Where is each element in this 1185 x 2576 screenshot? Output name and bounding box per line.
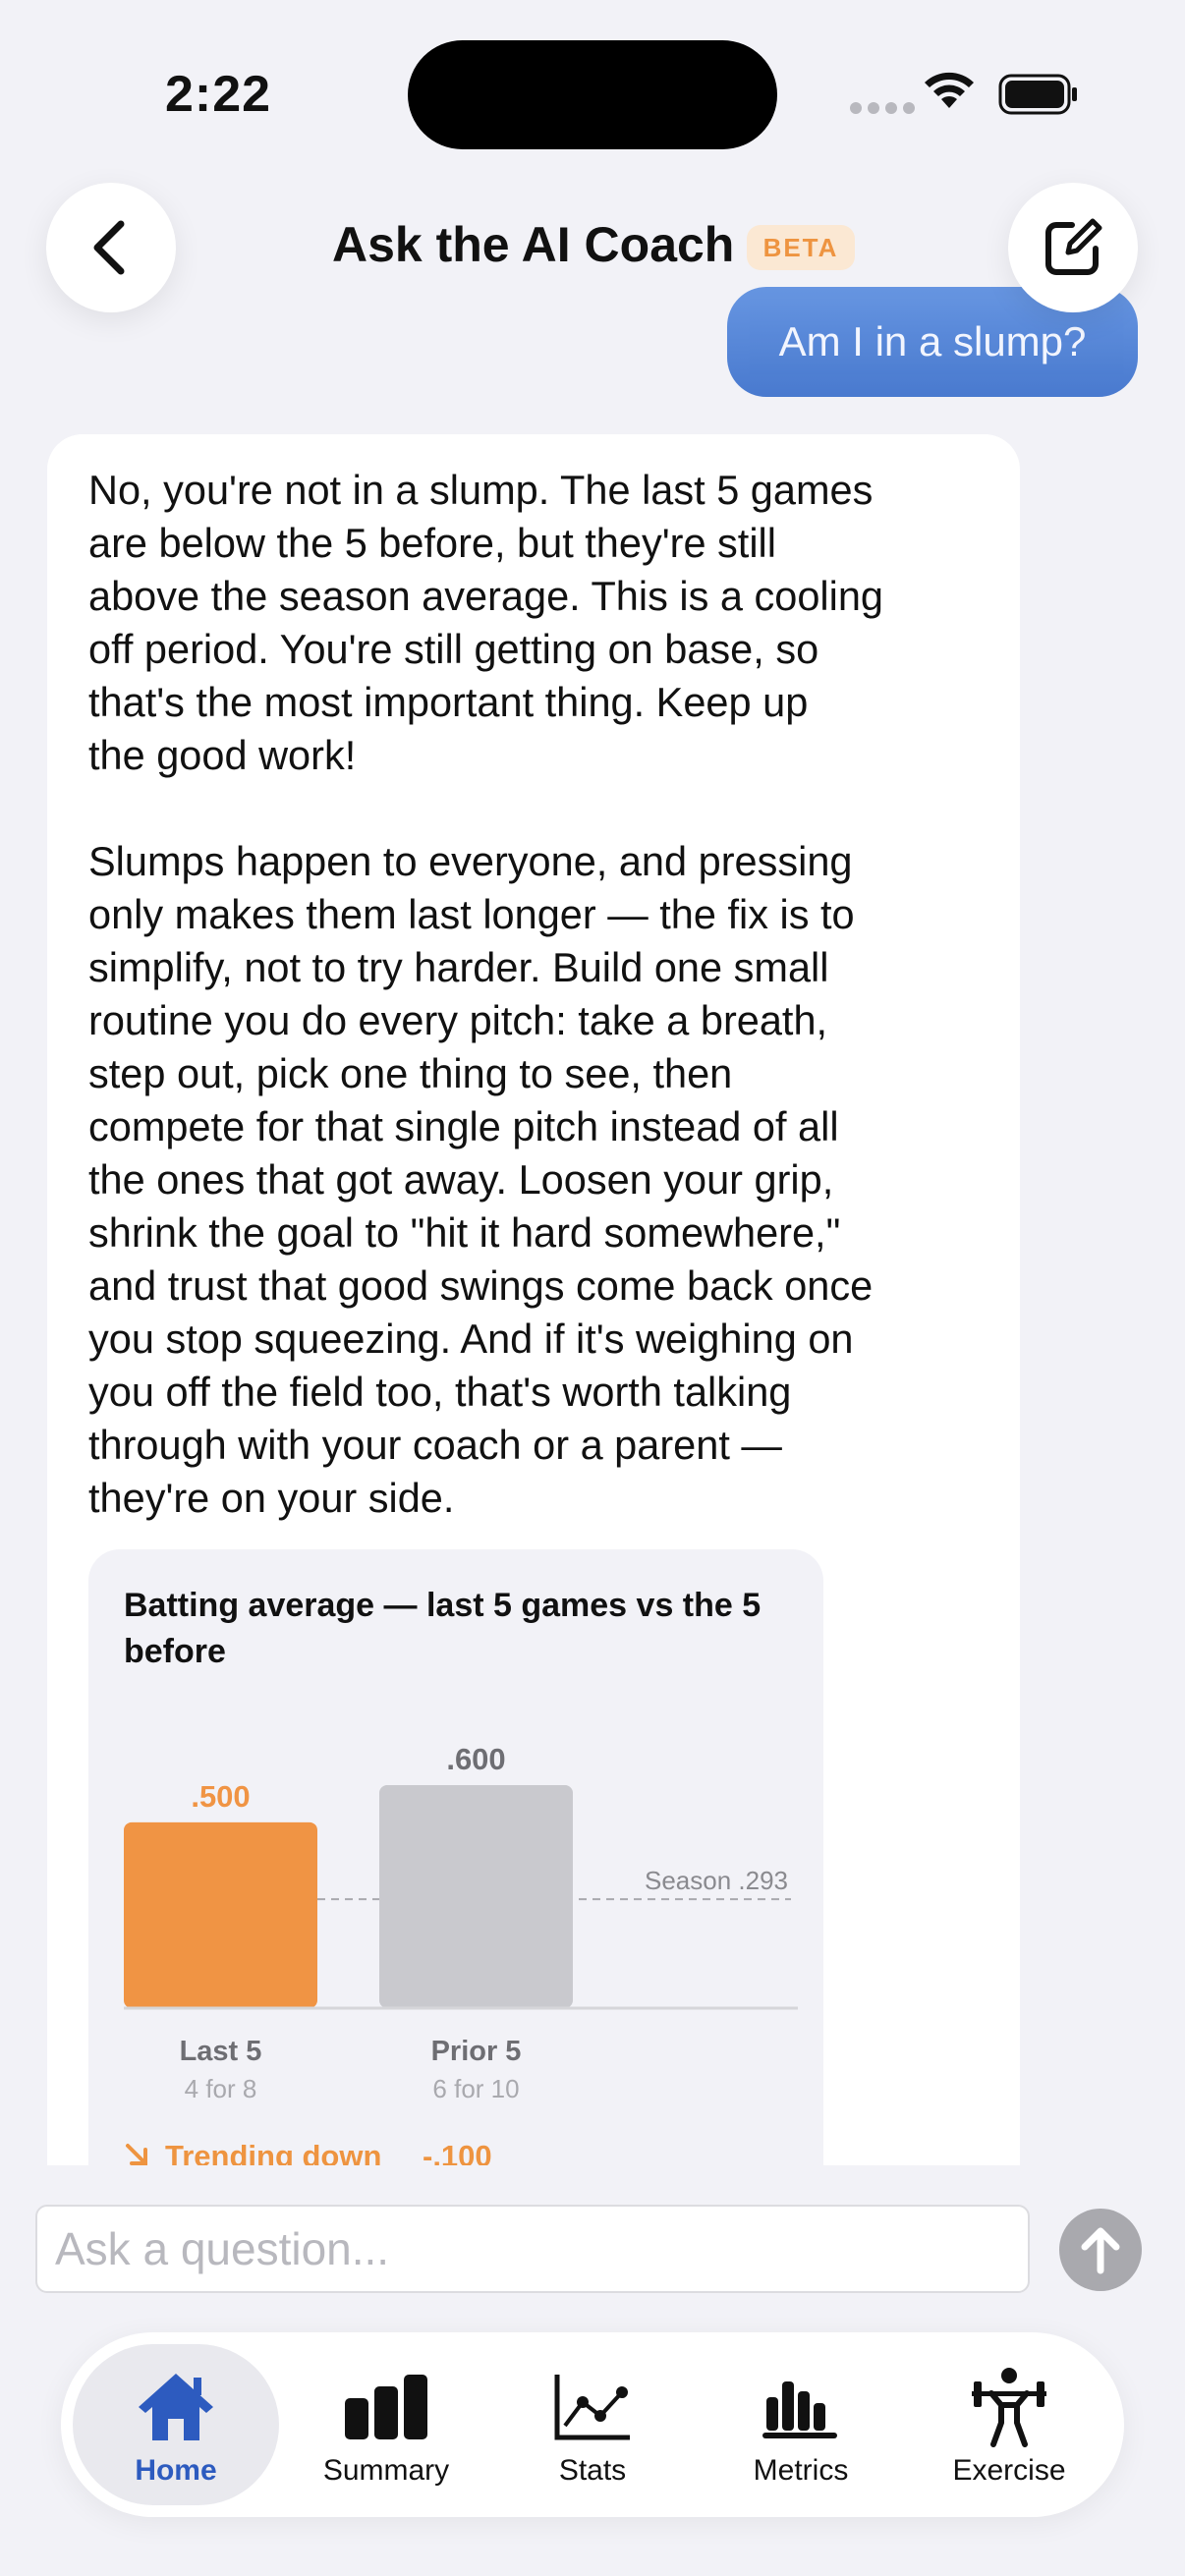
tab-home[interactable]: Home	[73, 2344, 279, 2505]
tab-summary[interactable]: Summary	[283, 2344, 489, 2505]
line-chart-icon	[554, 2375, 630, 2440]
tab-exercise[interactable]: Exercise	[906, 2344, 1112, 2505]
weightlifter-icon	[972, 2368, 1046, 2447]
ai-paragraph-1: No, you're not in a slump. The last 5 ga…	[88, 467, 884, 778]
metrics-bars-icon	[762, 2381, 837, 2438]
bar-0	[124, 1821, 317, 2008]
tab-metrics[interactable]: Metrics	[698, 2344, 904, 2505]
tab-bar: Home Summary Stats Metrics Exercise	[61, 2332, 1124, 2517]
back-button[interactable]	[46, 183, 176, 312]
dynamic-island	[408, 40, 777, 149]
cellular-signal-icon	[850, 102, 915, 114]
tab-stats[interactable]: Stats	[489, 2344, 696, 2505]
batting-average-chart: Batting average — last 5 games vs the 5 …	[88, 1549, 823, 2237]
bar-value-label: .500	[191, 1779, 250, 1814]
summary-bars-icon	[345, 2375, 427, 2439]
category-label: Last 5	[180, 2036, 262, 2067]
season-average-label: Season .293	[645, 1866, 788, 1895]
ai-response-card: No, you're not in a slump. The last 5 ga…	[47, 434, 1020, 2237]
ai-paragraph-2: Slumps happen to everyone, and pressing …	[88, 838, 874, 1521]
tab-label: Home	[135, 2454, 217, 2487]
chevron-left-icon	[93, 220, 125, 275]
category-sublabel: 4 for 8	[185, 2074, 257, 2103]
beta-badge: BETA	[747, 225, 855, 270]
tab-label: Stats	[558, 2454, 627, 2487]
chart-canvas: Season .293 .500 Last 5 4 for 8 .600 Prior 5 6…	[124, 1742, 798, 2173]
tab-label: Exercise	[952, 2454, 1066, 2487]
trend-down-arrow-icon	[126, 2144, 147, 2165]
category-sublabel: 6 for 10	[432, 2074, 519, 2103]
bottom-panel: Ask a question... Home Summary Stats Met…	[0, 2165, 1185, 2576]
bar-value-label: .600	[446, 1742, 505, 1776]
tab-label: Summary	[322, 2454, 450, 2487]
tab-label: Metrics	[753, 2454, 849, 2487]
battery-icon	[998, 74, 1077, 115]
status-time: 2:22	[165, 66, 272, 123]
ai-response-text: No, you're not in a slump. The last 5 ga…	[88, 464, 992, 1525]
question-input[interactable]: Ask a question...	[35, 2205, 1030, 2293]
arrow-up-icon	[1081, 2227, 1120, 2274]
house-icon	[139, 2374, 213, 2440]
category-label: Prior 5	[431, 2036, 522, 2067]
send-button[interactable]	[1059, 2209, 1142, 2291]
page-title: Ask the AI Coach	[332, 217, 735, 272]
wifi-icon	[925, 72, 974, 108]
bar-1	[379, 1785, 573, 2008]
new-chat-button[interactable]	[1008, 183, 1138, 312]
compose-icon	[1045, 218, 1102, 275]
